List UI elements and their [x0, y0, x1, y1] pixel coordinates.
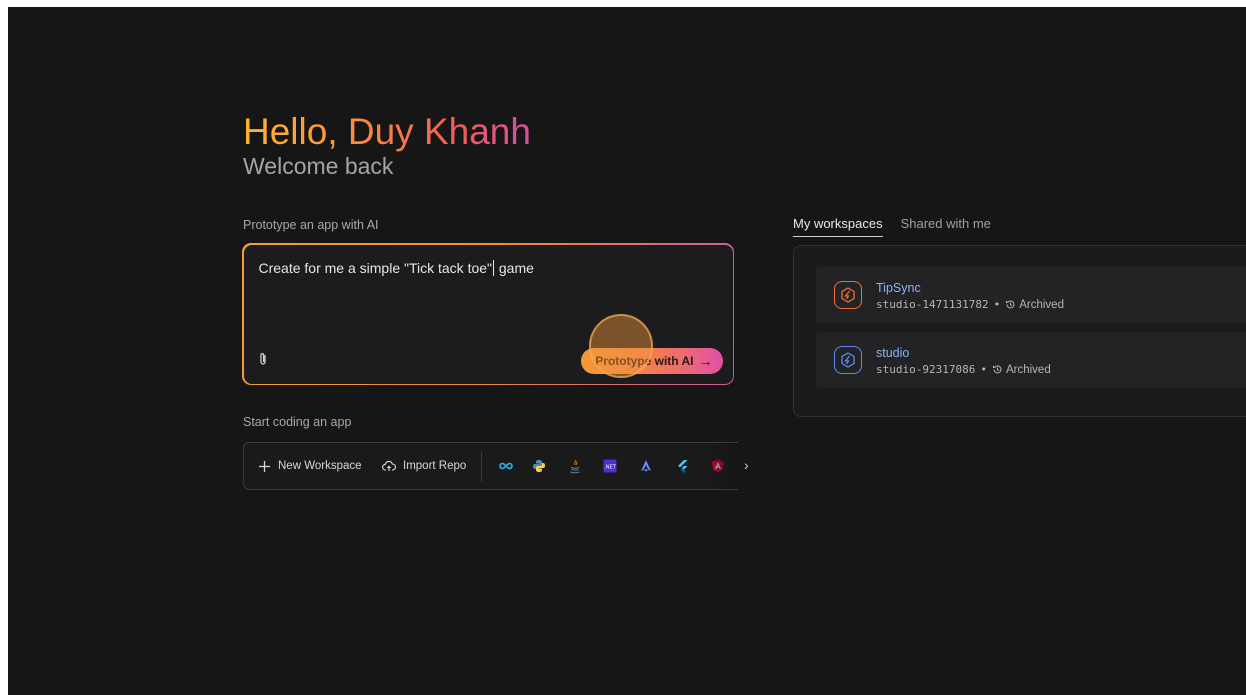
python-icon[interactable]	[531, 458, 547, 474]
tab-shared-with-me[interactable]: Shared with me	[901, 216, 991, 237]
new-workspace-label: New Workspace	[278, 460, 362, 472]
meta-separator: •	[980, 363, 987, 376]
plus-icon	[259, 460, 270, 472]
prototype-button-label: Prototype with AI	[595, 353, 694, 368]
prompt-text-after-caret: game	[495, 259, 534, 276]
prompt-box[interactable]: Create for me a simple "Tick tack toe" g…	[242, 243, 734, 385]
paperclip-icon[interactable]	[258, 352, 268, 366]
prototype-label: Prototype an app with AI	[243, 218, 379, 232]
workspace-name[interactable]: TipSync	[876, 281, 921, 295]
workspace-studio-icon	[834, 281, 862, 309]
svg-text:.NET: .NET	[604, 464, 616, 470]
workspaces-panel: TipSync studio-1471131782 • Archived stu…	[793, 245, 1246, 417]
workspace-studio-icon	[834, 346, 862, 374]
workspace-id: studio-1471131782	[876, 298, 989, 311]
archived-status: Archived	[1005, 299, 1064, 311]
workspace-name[interactable]: studio	[876, 346, 909, 360]
greeting-title: Hello, Duy Khanh	[243, 111, 531, 152]
arrow-right-icon: →	[698, 352, 713, 369]
flutter-dart-icon[interactable]	[498, 458, 514, 474]
start-coding-label: Start coding an app	[243, 415, 352, 429]
workspace-card-tipsync[interactable]: TipSync studio-1471131782 • Archived	[816, 267, 1246, 323]
dotnet-icon[interactable]: .NET	[602, 458, 618, 474]
cloud-upload-icon	[382, 460, 396, 471]
new-workspace-button[interactable]: New Workspace	[258, 443, 362, 489]
workspace-id: studio-92317086	[876, 363, 976, 376]
workspace-card-studio[interactable]: studio studio-92317086 • Archived	[816, 332, 1246, 388]
import-repo-label: Import Repo	[403, 460, 467, 472]
toolbar-divider	[481, 452, 482, 482]
flutter-icon[interactable]	[674, 458, 690, 474]
prototype-with-ai-button[interactable]: Prototype with AI →	[581, 347, 723, 374]
workspace-meta: studio-1471131782 • Archived	[876, 298, 1064, 311]
start-coding-toolbar: New Workspace Import Repo .NET ›	[243, 442, 749, 490]
history-icon	[1006, 300, 1015, 309]
meta-separator: •	[993, 298, 1001, 311]
prompt-input[interactable]: Create for me a simple "Tick tack toe" g…	[258, 259, 534, 276]
app-root: Hello, Duy Khanh Welcome back Prototype …	[8, 7, 1246, 695]
chevron-right-icon[interactable]: ›	[744, 457, 749, 473]
workspace-tabs: My workspaces Shared with me	[793, 216, 991, 237]
java-icon[interactable]	[567, 458, 583, 474]
archived-label: Archived	[1019, 298, 1064, 311]
prompt-inner[interactable]: Create for me a simple "Tick tack toe" g…	[243, 244, 733, 384]
tab-my-workspaces[interactable]: My workspaces	[793, 216, 883, 237]
astro-icon[interactable]	[638, 458, 654, 474]
import-repo-button[interactable]: Import Repo	[382, 443, 466, 489]
toolbar-fade	[704, 443, 740, 489]
workspace-meta: studio-92317086 • Archived	[876, 363, 1051, 376]
archived-label: Archived	[1005, 363, 1051, 376]
history-icon	[992, 365, 1002, 374]
text-caret	[493, 259, 494, 276]
greeting-subtitle: Welcome back	[243, 153, 394, 179]
prompt-text-before-caret: Create for me a simple "Tick tack toe"	[258, 259, 493, 276]
archived-status: Archived	[992, 364, 1051, 376]
